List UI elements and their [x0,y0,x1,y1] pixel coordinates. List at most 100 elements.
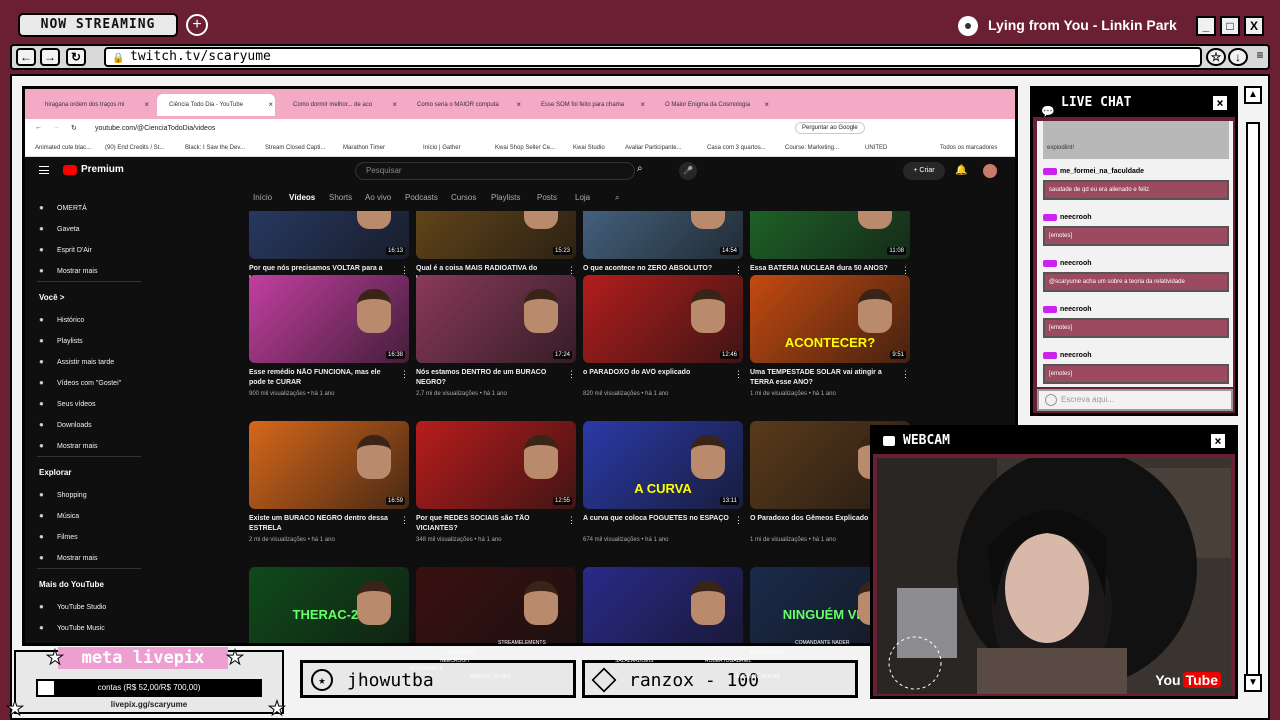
close-chat-button[interactable]: × [1211,94,1229,112]
video-thumbnail[interactable]: A CURVA 13:11 [583,421,743,509]
video-thumbnail[interactable]: 12:55 [416,421,576,509]
more-options-icon[interactable]: ⋮ [901,369,910,380]
chat-username[interactable]: neecrooh [1043,305,1229,315]
emoji-icon[interactable] [1045,394,1057,406]
sidebar-item[interactable]: ● Vídeos com "Gostei" [39,378,121,387]
video-thumbnail[interactable]: 17:24 [416,275,576,363]
sidebar-item[interactable]: ● Esprit D'Air [39,245,92,254]
chrome-tab[interactable]: Ciência Todo Dia - YouTube × [157,94,275,116]
bookmark-item[interactable]: Course: Marketing... [785,145,839,151]
chat-username[interactable]: neecrooh [1043,213,1229,223]
sidebar-item[interactable]: ● Shopping [39,490,87,499]
minimize-button[interactable]: _ [1196,16,1216,36]
bookmark-item[interactable]: Marathon Timer [343,145,385,151]
video-title[interactable]: Por que REDES SOCIAIS são TÃO VICIANTES? [416,514,564,534]
video-title[interactable]: Existe um BURACO NEGRO dentro dessa ESTR… [249,514,397,534]
bookmark-item[interactable]: Casa com 3 quartos... [707,145,766,151]
more-options-icon[interactable]: ⋮ [567,515,576,526]
bookmark-item[interactable]: Avaliar Participante... [625,145,682,151]
microphone-icon[interactable]: 🎤 [679,162,697,180]
video-title[interactable]: Esse remédio NÃO FUNCIONA, mas ele pode … [249,368,397,388]
search-icon[interactable]: ⌕ [637,163,643,174]
reload-button[interactable]: ↻ [66,48,86,66]
video-thumbnail[interactable]: ACONTECER? 9:51 [750,275,910,363]
video-thumbnail[interactable]: 16:59 [249,421,409,509]
download-icon[interactable]: ↓ [1228,48,1248,66]
tab-playlists[interactable]: Playlists [491,193,520,202]
scroll-down-button[interactable]: ▼ [1244,674,1262,692]
chat-input[interactable]: Escreva aqui... [1037,389,1233,411]
bookmark-item[interactable]: Animated cute blac... [35,145,91,151]
bookmark-item[interactable]: Início | Gather [423,145,461,151]
video-card[interactable] [583,567,743,643]
chat-username[interactable]: neecrooh [1043,259,1229,269]
forward-button[interactable]: → [40,48,60,66]
sidebar-item[interactable]: ● Música [39,511,79,520]
youtube-search-input[interactable]: Pesquisar [355,162,635,180]
star-icon[interactable]: ☆ [1206,48,1226,66]
video-title[interactable]: Nós estamos DENTRO de um BURACO NEGRO? [416,368,564,388]
close-button[interactable]: X [1244,16,1264,36]
close-tab-icon[interactable]: × [392,94,397,116]
chrome-url[interactable]: youtube.com/@CienciaTodoDia/videos [95,125,215,132]
sidebar-item[interactable]: ● YouTube Studio [39,602,106,611]
close-tab-icon[interactable]: × [516,94,521,116]
channel-search-icon[interactable]: ⌕ [615,193,619,203]
sidebar-section-header[interactable]: Mais do YouTube [39,580,104,589]
back-button[interactable]: ← [16,48,36,66]
more-options-icon[interactable]: ⋮ [400,515,409,526]
chrome-tab[interactable]: O Maior Enigma da Cosmologia × [653,94,771,116]
close-tab-icon[interactable]: × [640,94,645,116]
sidebar-item[interactable]: ● Assistir mais tarde [39,357,114,366]
tab-shorts[interactable]: Shorts [329,193,352,202]
video-card[interactable]: ACONTECER? 9:51 Uma TEMPESTADE SOLAR vai a… [750,275,910,397]
sidebar-item[interactable]: ● Mostrar mais [39,266,97,275]
bookmark-item[interactable]: Todos os marcadores [940,145,997,151]
video-thumbnail[interactable]: 16:13 [249,211,409,259]
sidebar-item[interactable]: ● Playlists [39,336,83,345]
video-thumbnail[interactable]: 15:23 [416,211,576,259]
chrome-tab[interactable]: Esse SOM foi feito para chama × [529,94,647,116]
chrome-forward-icon[interactable]: → [53,124,60,131]
menu-icon[interactable]: ≡ [1250,48,1270,66]
video-thumbnail[interactable]: 14:54 [583,211,743,259]
youtube-logo-icon[interactable] [63,165,77,175]
video-thumbnail[interactable] [583,567,743,643]
bookmark-item[interactable]: Kwai Studio [573,145,605,151]
tab-loja[interactable]: Loja [575,193,590,202]
scroll-track[interactable] [1246,122,1260,692]
sidebar-section-header[interactable]: Explorar [39,468,71,477]
sidebar-item[interactable]: ● Mostrar mais [39,553,97,562]
sidebar-item[interactable]: ● Seus vídeos [39,399,96,408]
video-card[interactable]: THERAC-25 [249,567,409,643]
sidebar-item[interactable]: ● OMERTÁ [39,203,87,212]
video-thumbnail[interactable]: 12:46 [583,275,743,363]
bookmark-item[interactable]: Stream Closed Capti... [265,145,325,151]
tab-aovivo[interactable]: Ao vivo [365,193,391,202]
video-title[interactable]: o PARADOXO do AVÔ explicado [583,368,731,388]
video-thumbnail[interactable]: 16:38 [249,275,409,363]
bookmark-item[interactable]: UNITED [865,145,887,151]
avatar[interactable] [983,164,997,178]
sidebar-item[interactable]: ● Mostrar mais [39,441,97,450]
close-webcam-button[interactable]: × [1209,432,1227,450]
chat-username[interactable]: me_formei_na_faculdade [1043,167,1229,177]
video-card[interactable] [416,567,576,643]
page-scrollbar[interactable]: ▲ ▼ [1244,86,1264,706]
video-title[interactable]: Uma TEMPESTADE SOLAR vai atingir a TERRA… [750,368,898,388]
sidebar-item[interactable]: ● Gaveta [39,224,80,233]
url-field[interactable]: 🔒 twitch.tv/scaryume [104,47,1202,67]
video-card[interactable]: A CURVA 13:11 A curva que coloca FOGUETES … [583,421,743,543]
video-card[interactable]: 12:46 o PARADOXO do AVÔ explicado ⋮ 820 mil… [583,275,743,397]
sidebar-section-header[interactable]: Você > [39,293,64,302]
create-button[interactable]: + Criar [903,162,945,180]
chrome-tab[interactable]: Como seria o MAIOR computa × [405,94,523,116]
chrome-reload-icon[interactable]: ↻ [71,124,77,132]
video-card[interactable]: 16:59 Existe um BURACO NEGRO dentro dessa… [249,421,409,543]
close-tab-icon[interactable]: × [144,94,149,116]
sidebar-item[interactable]: ● Downloads [39,420,92,429]
bookmark-item[interactable]: Black: I Saw the Dev... [185,145,245,151]
video-card[interactable]: 16:38 Esse remédio NÃO FUNCIONA, mas ele … [249,275,409,397]
chrome-tab[interactable]: hiragana ordem dos traços mi × [33,94,151,116]
chat-username[interactable]: neecrooh [1043,351,1229,361]
